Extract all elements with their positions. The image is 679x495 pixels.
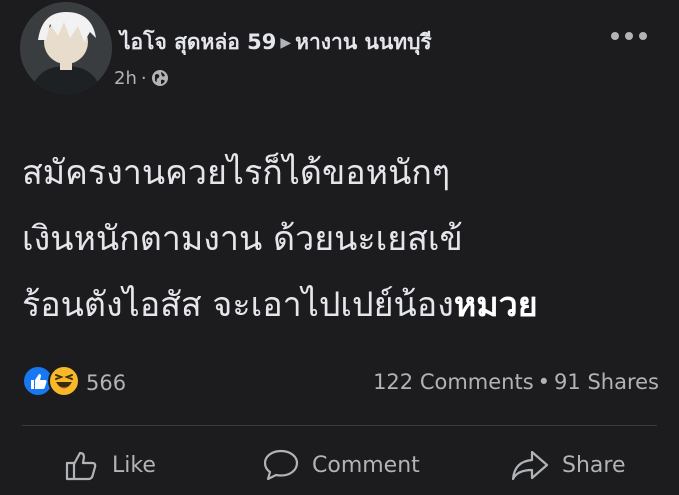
post-text-line: เงินหนักตามงาน ด้วยนะเยสเข้ bbox=[22, 219, 463, 259]
like-label: Like bbox=[112, 452, 156, 478]
share-label: Share bbox=[562, 452, 626, 478]
comments-count[interactable]: 122 Comments bbox=[373, 370, 534, 394]
divider bbox=[22, 425, 657, 426]
reaction-count[interactable]: 566 bbox=[86, 371, 126, 395]
shares-count[interactable]: 91 Shares bbox=[554, 370, 659, 394]
post-meta: 2h · bbox=[114, 68, 169, 92]
post-text-line: ร้อนตังไอสัส จะเอาไปเปย์น้อง bbox=[22, 285, 454, 325]
separator-dot: · bbox=[140, 68, 147, 89]
comment-icon bbox=[263, 449, 299, 481]
share-button[interactable]: Share bbox=[510, 448, 626, 482]
group-name[interactable]: หางาน นนทบุรี bbox=[295, 30, 432, 54]
action-bar: Like Comment Share bbox=[0, 440, 679, 495]
post-body: สมัครงานควยไรก็ได้ขอหนักๆ เงินหนักตามงาน… bbox=[22, 140, 662, 338]
post-text-line-last: ร้อนตังไอสัส จะเอาไปเปย์น้องหมวย bbox=[22, 272, 662, 338]
post-header: ไอโจ สุดหล่อ 59 ▶ หางาน นนทบุรี bbox=[120, 26, 432, 59]
avatar[interactable] bbox=[20, 2, 112, 94]
reactions-summary[interactable]: 566 bbox=[22, 365, 126, 401]
globe-icon bbox=[151, 69, 169, 92]
comment-button[interactable]: Comment bbox=[262, 448, 420, 482]
post-text-line: สมัครงานควยไรก็ได้ขอหนักๆ bbox=[22, 153, 451, 193]
post-timestamp[interactable]: 2h bbox=[114, 68, 137, 89]
avatar-image bbox=[20, 2, 112, 94]
thumbs-up-icon bbox=[65, 451, 97, 481]
engagement-stats: 122 Comments • 91 Shares bbox=[373, 370, 659, 394]
haha-reaction-icon bbox=[48, 365, 80, 401]
like-button[interactable]: Like bbox=[64, 448, 156, 482]
separator-dot: • bbox=[537, 370, 551, 394]
arrow-right-icon: ▶ bbox=[280, 35, 292, 51]
share-icon bbox=[511, 450, 549, 481]
author-name[interactable]: ไอโจ สุดหล่อ 59 bbox=[120, 30, 276, 54]
more-options-icon[interactable] bbox=[609, 28, 649, 42]
comment-label: Comment bbox=[312, 452, 420, 478]
post-text-emphasis: หมวย bbox=[453, 285, 538, 325]
post-card: ไอโจ สุดหล่อ 59 ▶ หางาน นนทบุรี 2h · สมัครง… bbox=[0, 0, 679, 495]
